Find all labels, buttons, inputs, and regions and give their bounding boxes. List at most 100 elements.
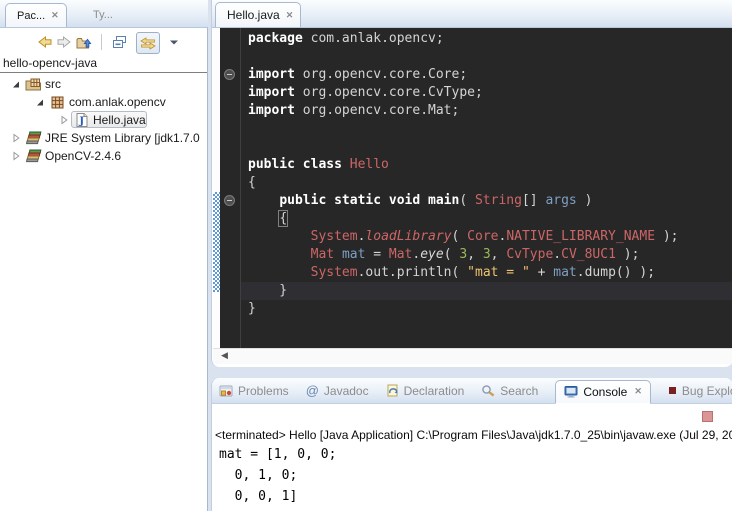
code-text: { <box>248 175 256 190</box>
up-button[interactable] <box>76 32 93 52</box>
code-text: } <box>248 283 287 298</box>
view-menu-button[interactable] <box>169 32 179 52</box>
terminate-button[interactable] <box>702 411 713 422</box>
code-text: org.opencv.core.Core; <box>295 67 467 82</box>
fold-collapse-icon[interactable] <box>224 69 235 80</box>
code-type: System <box>311 229 358 244</box>
console-tab-label: Problems <box>238 384 289 398</box>
code-line-7 <box>241 138 732 156</box>
editor-tab-hello-java[interactable]: Hello.java ✕ <box>215 2 301 27</box>
collapse-all-button[interactable] <box>112 32 128 52</box>
package-icon <box>49 94 66 110</box>
console-tab-javadoc[interactable]: @ Javadoc <box>306 383 369 398</box>
console-tab-search[interactable]: Search <box>481 384 538 398</box>
tree-item-label: src <box>45 76 61 92</box>
project-label[interactable]: hello-opencv-java <box>0 56 207 73</box>
expanded-arrow-icon[interactable] <box>8 76 24 92</box>
tree-item-com.anlak.opencv[interactable]: com.anlak.opencv <box>0 93 207 111</box>
collapsed-arrow-icon[interactable] <box>8 130 24 146</box>
code-text <box>248 211 279 226</box>
editor-tabbar: Hello.java ✕ <box>212 0 732 28</box>
collapse-all-icon <box>112 35 128 49</box>
tree-item-src[interactable]: src <box>0 75 207 93</box>
collapsed-arrow-icon[interactable] <box>8 148 24 164</box>
console-tab-label: Console <box>583 385 627 399</box>
code-text: ) <box>577 193 593 208</box>
code-static-method: loadLibrary <box>365 229 451 244</box>
code-text <box>342 157 350 172</box>
code-text <box>248 193 279 208</box>
console-icon <box>564 386 578 398</box>
editor-area: Hello.java ✕ package com.anlak.opencv; im… <box>211 0 732 367</box>
console-tab-console[interactable]: Console ✕ <box>555 380 651 404</box>
code-type: Core <box>467 229 498 244</box>
method-range-indicator <box>213 192 220 292</box>
code-variable: mat <box>553 265 576 280</box>
search-icon <box>481 384 495 397</box>
code-type: System <box>311 265 358 280</box>
tree-item-opencv-2.4.6[interactable]: OpenCV-2.4.6 <box>0 147 207 165</box>
code-line-3: import org.opencv.core.Core; <box>241 66 732 84</box>
code-text: , <box>491 247 507 262</box>
close-icon[interactable]: ✕ <box>286 10 294 21</box>
code-text: = <box>365 247 388 262</box>
code-type: CvType <box>506 247 553 262</box>
package-explorer-toolbar <box>0 30 201 54</box>
code-text: org.opencv.core.CvType; <box>295 85 483 100</box>
link-with-editor-button[interactable] <box>136 32 160 54</box>
problems-icon <box>219 385 233 397</box>
back-button[interactable] <box>36 32 53 52</box>
code-text: org.opencv.core.Mat; <box>295 103 459 118</box>
tree-item-label: com.anlak.opencv <box>69 94 166 110</box>
bug-icon <box>668 386 677 395</box>
expanded-arrow-icon[interactable] <box>32 94 48 110</box>
tree-item-hello.java[interactable]: JHello.java <box>0 111 207 129</box>
code-line-13: Mat mat = Mat.eye( 3, 3, CvType.CV_8UC1 … <box>241 246 732 264</box>
code-line-8: public class Hello <box>241 156 732 174</box>
src-folder-icon <box>25 76 42 92</box>
code-text: , <box>467 247 483 262</box>
code-text-area[interactable]: package com.anlak.opencv; import org.open… <box>241 28 732 348</box>
code-text <box>248 229 311 244</box>
close-icon[interactable]: ✕ <box>51 10 59 21</box>
tree-item-label: OpenCV-2.4.6 <box>45 148 121 164</box>
console-tab-label: Javadoc <box>324 384 369 398</box>
code-keyword: public static void main <box>279 193 459 208</box>
code-text: + <box>530 265 553 280</box>
editor-body: package com.anlak.opencv; import org.open… <box>213 28 732 348</box>
javadoc-icon: @ <box>306 383 319 398</box>
tree-item-jre-system-library-jdk1.7.0[interactable]: JRE System Library [jdk1.7.0 <box>0 129 207 147</box>
fold-ruler[interactable] <box>220 28 240 348</box>
fold-collapse-icon[interactable] <box>224 195 235 206</box>
code-type: String <box>475 193 522 208</box>
code-keyword: import <box>248 67 295 82</box>
tab-type-hierarchy[interactable]: Ty... <box>82 3 120 27</box>
scroll-left-arrow-icon[interactable]: ◀ <box>221 350 228 361</box>
tab-package-explorer[interactable]: Pac... ✕ <box>5 3 67 27</box>
close-icon[interactable]: ✕ <box>634 386 642 397</box>
console-tab-bug-explorer[interactable]: Bug Explorer <box>668 384 732 398</box>
code-method: eye <box>420 247 443 262</box>
console-output: mat = [1, 0, 0; 0, 1, 0; 0, 0, 1] <box>219 444 336 507</box>
code-text: . <box>553 247 561 262</box>
package-explorer-view: Pac... ✕ Ty... hello-opencv-java src com.… <box>0 0 208 511</box>
editor-tab-label: Hello.java <box>227 8 280 22</box>
code-keyword: import <box>248 85 295 100</box>
code-line-15: } <box>241 282 732 300</box>
forward-button[interactable] <box>56 32 73 52</box>
code-type: Mat <box>389 247 412 262</box>
code-line-1: package com.anlak.opencv; <box>241 30 732 48</box>
collapsed-arrow-icon[interactable] <box>56 112 72 128</box>
console-view: Problems @ Javadoc Declaration Search Console… <box>211 378 732 511</box>
code-matched-brace: { <box>279 211 287 226</box>
up-folder-icon <box>76 35 93 50</box>
code-type: Hello <box>350 157 389 172</box>
code-type: Mat <box>311 247 334 262</box>
console-tab-problems[interactable]: Problems <box>219 384 289 398</box>
code-number: 3 <box>483 247 491 262</box>
tab-type-hierarchy-label: Ty... <box>93 9 113 21</box>
code-line-14: System.out.println( "mat = " + mat.dump(… <box>241 264 732 282</box>
annotation-ruler[interactable] <box>213 28 220 348</box>
console-tab-declaration[interactable]: Declaration <box>386 384 465 398</box>
editor-horizontal-scrollbar[interactable]: ◀ <box>213 348 732 364</box>
